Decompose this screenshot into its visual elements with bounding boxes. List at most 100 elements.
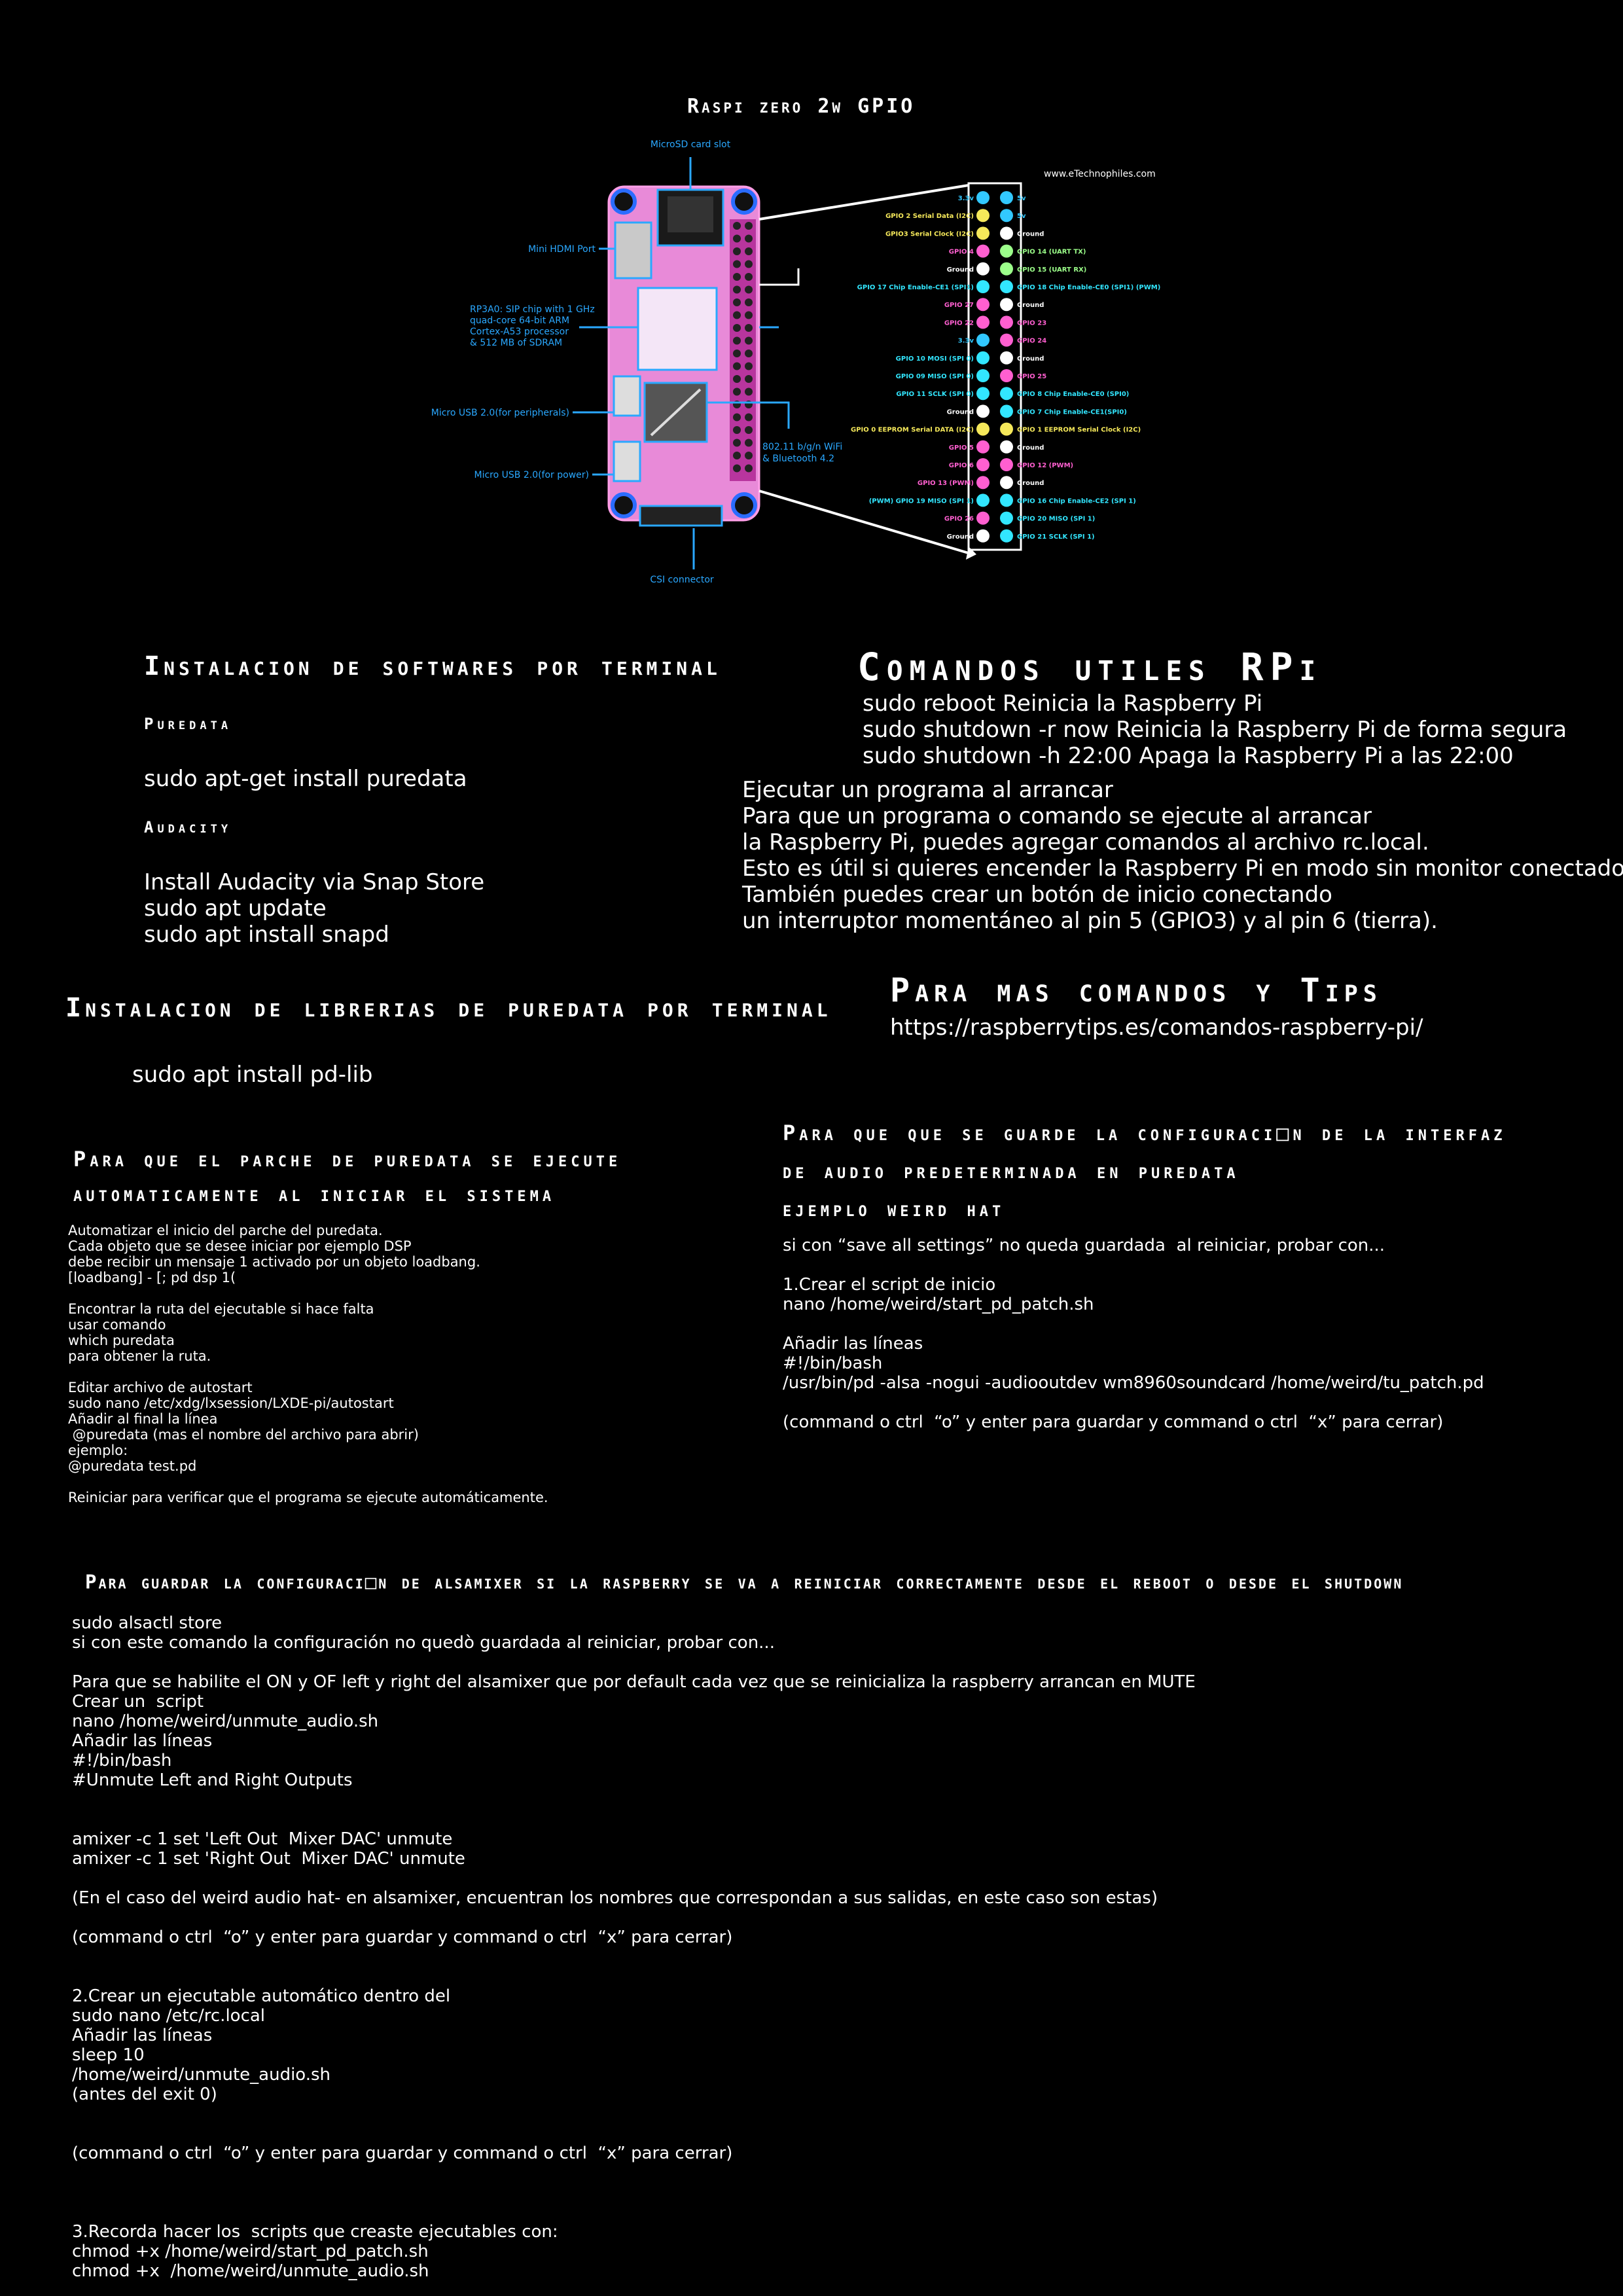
mount-hole [731, 492, 757, 518]
puredata-heading: Puredata [144, 715, 232, 733]
pin-dot-right [1000, 209, 1013, 223]
header-hole [745, 375, 753, 383]
callout-soc-4: & 512 MB of SDRAM [470, 338, 562, 348]
pin-dot-left [976, 351, 990, 365]
callout-soc-3: Cortex-A53 processor [470, 327, 569, 337]
pin-dot-left [976, 422, 990, 436]
header-hole [745, 285, 753, 294]
callout-soc-2: quad-core 64-bit ARM [470, 315, 569, 326]
pin-label-right: GPIO 14 (UART TX) [1017, 249, 1086, 256]
header-hole [745, 247, 753, 255]
header-hole [745, 234, 753, 243]
header-hole [733, 324, 741, 332]
pin-dot-right [1000, 280, 1013, 293]
pin-label-right: GPIO 12 (PWM) [1017, 462, 1073, 469]
pin-label-left: GPIO 0 EEPROM Serial DATA (I2C) [851, 427, 974, 434]
callout-wifi-1: 802.11 b/g/n WiFi [762, 442, 842, 452]
pin-dot-left [976, 191, 990, 204]
header-hole [733, 362, 741, 370]
pin-dot-right [1000, 226, 1013, 240]
callout-usb-peripherals: Micro USB 2.0(for peripherals) [432, 408, 569, 418]
pin-label-right: 5v [1017, 213, 1026, 220]
callout-microsd: MicroSD card slot [651, 139, 731, 150]
pin-dot-left [976, 511, 990, 525]
header-hole [745, 452, 753, 459]
pin-label-right: GPIO 23 [1017, 319, 1046, 327]
pin-label-left: GPIO 17 Chip Enable-CE1 (SPI1) [857, 284, 974, 291]
pin-label-left: 3.3v [958, 338, 974, 345]
header-hole [733, 273, 741, 281]
header-hole [733, 413, 741, 422]
microsd-card [668, 196, 713, 232]
pin-label-left: GPIO 2 Serial Data (I2C) [885, 213, 974, 220]
pin-dot-right [1000, 298, 1013, 312]
more-tips-url[interactable]: https://raspberrytips.es/comandos-raspbe… [890, 1014, 1423, 1041]
header-hole [745, 387, 753, 396]
pin-dot-right [1000, 476, 1013, 490]
pin-dot-left [976, 209, 990, 223]
useful-commands-lines: sudo reboot Reinicia la Raspberry Pi sud… [863, 691, 1567, 769]
header-hole [733, 298, 741, 306]
startup-program-text: Ejecutar un programa al arrancar Para qu… [742, 777, 1623, 934]
pin-label-left: GPIO 10 MOSI (SPI 0) [896, 355, 974, 363]
callout-hdmi: Mini HDMI Port [528, 244, 596, 255]
header-hole [733, 387, 741, 396]
pin-label-left: (PWM) GPIO 19 MISO (SPI 1) [869, 497, 974, 505]
libraries-cmd: sudo apt install pd-lib [132, 1062, 373, 1088]
pin-dot-left [976, 262, 990, 276]
pin-dot-right [1000, 458, 1013, 471]
pin-label-right: GPIO 20 MISO (SPI 1) [1017, 516, 1095, 523]
pin-label-left: GPIO 11 SCLK (SPI 0) [896, 391, 974, 398]
install-software-title: Instalacion de softwares por terminal [144, 651, 721, 681]
header-hole [745, 350, 753, 357]
pin-dot-right [1000, 369, 1013, 382]
pin-label-right: Ground [1017, 230, 1044, 238]
mount-hole [611, 492, 637, 518]
header-hole [745, 260, 753, 268]
puredata-install-cmd: sudo apt-get install puredata [144, 766, 467, 792]
pin-dot-right [1000, 191, 1013, 204]
callout-usb-power: Micro USB 2.0(for power) [474, 470, 589, 480]
pin-label-right: GPIO 7 Chip Enable-CE1(SPI0) [1017, 408, 1127, 416]
header-hole [733, 464, 741, 473]
pin-dot-left [976, 440, 990, 454]
header-hole [745, 413, 753, 422]
pin-label-left: GPIO 22 [944, 319, 974, 327]
header-hole [733, 260, 741, 268]
usb-peripherals-port [613, 375, 641, 417]
pin-dot-right [1000, 244, 1013, 258]
pin-label-right: GPIO 25 [1017, 373, 1046, 380]
mount-hole [611, 188, 637, 215]
callout-wifi-2: & Bluetooth 4.2 [762, 454, 834, 464]
audacity-install-lines: Install Audacity via Snap Store sudo apt… [144, 869, 485, 948]
pin-dot-right [1000, 404, 1013, 418]
pin-label-left: Ground [947, 533, 974, 541]
audio-config-title-line2: de audio predeterminada en puredata [783, 1158, 1240, 1183]
pin-dot-right [1000, 387, 1013, 401]
autostart-title-line2: automaticamente al iniciar el sistema [73, 1181, 556, 1206]
pin-dot-left [976, 244, 990, 258]
header-hole [745, 439, 753, 447]
header-hole [733, 350, 741, 357]
pin-dot-left [976, 404, 990, 418]
pin-dot-left [976, 333, 990, 347]
header-hole [733, 222, 741, 230]
pin-dot-right [1000, 511, 1013, 525]
pin-label-right: GPIO 8 Chip Enable-CE0 (SPI0) [1017, 391, 1129, 398]
header-hole [733, 452, 741, 459]
header-hole [745, 362, 753, 370]
mount-hole [731, 188, 757, 215]
header-hole [745, 311, 753, 319]
useful-commands-title: Comandos utiles RPi [857, 645, 1323, 689]
header-hole [733, 285, 741, 294]
pin-dot-left [976, 280, 990, 293]
pin-label-left: GPIO 6 [949, 462, 974, 469]
pin-label-left: Ground [947, 266, 974, 274]
pin-label-left: GPIO 09 MISO (SPI 0) [896, 373, 974, 380]
pin-dot-right [1000, 333, 1013, 347]
pin-dot-right [1000, 493, 1013, 507]
csi-connector [639, 505, 723, 527]
audio-config-title-line3: ejemplo weird hat [783, 1196, 1005, 1221]
gpio-diagram: MicroSD card slot Mini HDMI Port RP3A0: … [432, 139, 1160, 585]
header-hole [745, 273, 753, 281]
